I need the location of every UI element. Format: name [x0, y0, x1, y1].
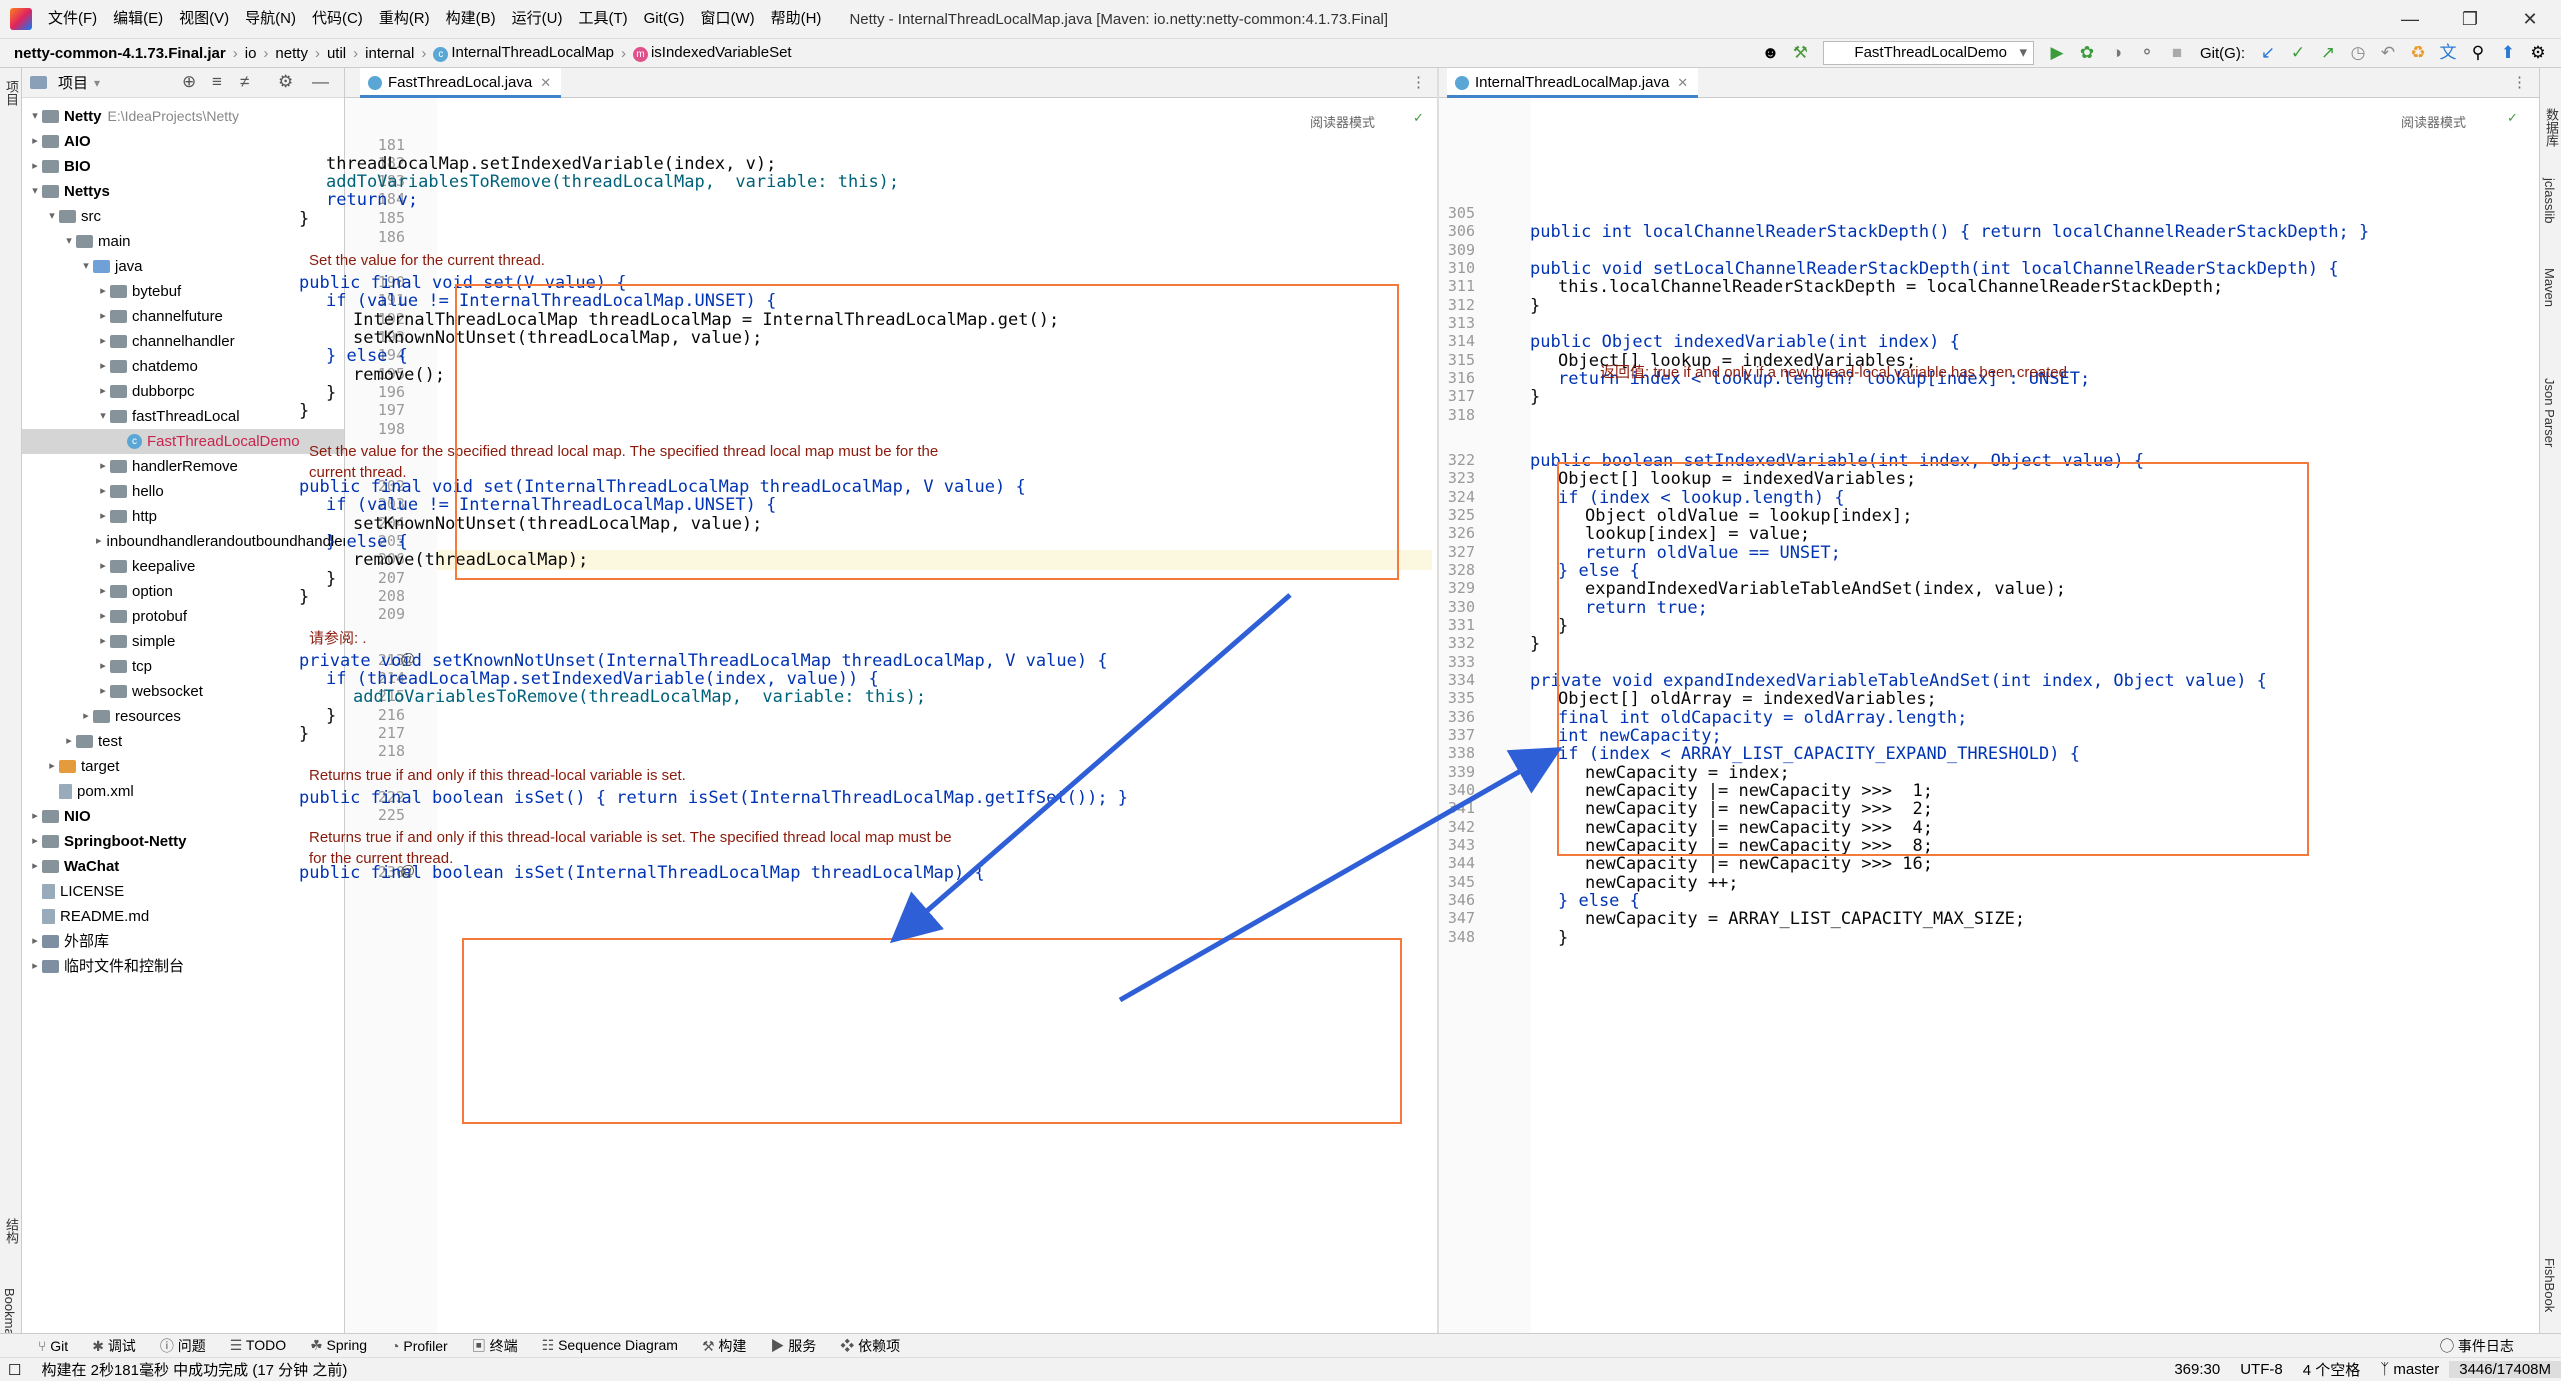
event-log-icon: ◯ — [2440, 1338, 2458, 1354]
tool-tab-label: Sequence Diagram — [558, 1337, 678, 1353]
arrow-to-setknownnotunset — [889, 593, 1292, 944]
git-branch-label: master — [2393, 1361, 2440, 1378]
problems-icon: ⓘ — [159, 1337, 178, 1354]
spring-icon: ☘ — [310, 1337, 327, 1353]
cursor-position[interactable]: 369:30 — [2164, 1361, 2230, 1378]
annotation-arrows — [889, 593, 1563, 1003]
tool-tab-sequence-diagram[interactable]: ☷ Sequence Diagram — [532, 1337, 692, 1354]
status-checkbox-icon[interactable]: ☐ — [0, 1361, 31, 1379]
status-bar: ☐ 构建在 2秒181毫秒 中成功完成 (17 分钟 之前) 369:30 UT… — [0, 1357, 2561, 1381]
tool-tab-git[interactable]: ⑂ Git — [0, 1338, 82, 1354]
tool-tab-label: Spring — [326, 1337, 368, 1353]
arrow-to-setindexedvariable — [1118, 747, 1563, 1003]
memory-indicator[interactable]: 3446/17408M — [2449, 1361, 2561, 1378]
tool-tab-services[interactable]: ▶ 服务 — [760, 1336, 830, 1356]
tool-tab-label: 服务 — [788, 1337, 817, 1354]
tool-tab-debug[interactable]: ✱ 调试 — [82, 1336, 150, 1356]
tool-tab-dependencies[interactable]: ❖ 依赖项 — [830, 1336, 914, 1356]
git-branch[interactable]: ᛉ master — [2370, 1361, 2449, 1378]
sequence-diagram-icon: ☷ — [541, 1337, 559, 1353]
event-log-button[interactable]: ◯ 事件日志 — [2440, 1336, 2514, 1356]
git-icon: ⑂ — [38, 1337, 51, 1354]
tool-tab-todo[interactable]: ☰ TODO — [220, 1337, 300, 1354]
services-icon: ▶ — [770, 1337, 789, 1354]
tool-tab-problems[interactable]: ⓘ 问题 — [150, 1336, 220, 1356]
tool-tab-label: Profiler — [403, 1337, 448, 1354]
branch-icon: ᛉ — [2380, 1361, 2394, 1378]
tool-tab-label: 构建 — [718, 1337, 747, 1354]
todo-icon: ☰ — [229, 1337, 246, 1353]
event-log-label: 事件日志 — [2457, 1338, 2514, 1354]
terminal-icon: ▣ — [471, 1337, 490, 1354]
tool-tab-spring[interactable]: ☘ Spring — [300, 1337, 381, 1354]
profiler-icon: ◔ — [391, 1337, 404, 1354]
tool-tab-profiler[interactable]: ◔ Profiler — [381, 1338, 462, 1354]
tool-tab-label: Git — [50, 1337, 69, 1354]
bottom-tool-bar: ⑂ Git ✱ 调试 ⓘ 问题 ☰ TODO ☘ Spring ◔ Profiler ▣ 终… — [0, 1333, 2561, 1357]
tool-tab-terminal[interactable]: ▣ 终端 — [462, 1336, 532, 1356]
indent-setting[interactable]: 4 个空格 — [2293, 1359, 2371, 1380]
debug-icon: ✱ — [92, 1337, 108, 1354]
tool-tab-build[interactable]: ⚒ 构建 — [692, 1336, 760, 1356]
status-message: 构建在 2秒181毫秒 中成功完成 (17 分钟 之前) — [41, 1362, 348, 1379]
tool-tab-label: 终端 — [489, 1337, 518, 1354]
dependencies-icon: ❖ — [840, 1337, 859, 1354]
ide-window: 文件(F) 编辑(E) 视图(V) 导航(N) 代码(C) 重构(R) 构建(B… — [0, 0, 2561, 1381]
tool-tab-label: TODO — [245, 1337, 287, 1353]
file-encoding[interactable]: UTF-8 — [2230, 1361, 2293, 1378]
tool-tab-label: 调试 — [107, 1337, 136, 1354]
tool-tab-label: 问题 — [177, 1337, 206, 1354]
build-icon: ⚒ — [701, 1337, 719, 1354]
tool-tab-label: 依赖项 — [858, 1337, 901, 1354]
